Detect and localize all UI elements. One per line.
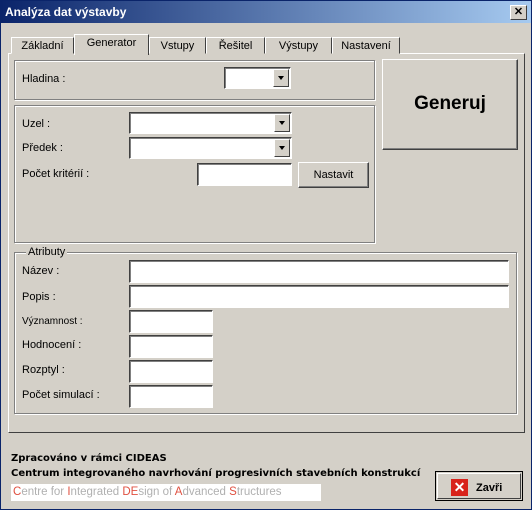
hladina-frame <box>14 60 375 100</box>
pocet-kriterii-label: Počet kritérií : <box>22 168 90 180</box>
tab-nastaveni[interactable]: Nastavení <box>332 37 400 54</box>
window-title: Analýza dat výstavby <box>5 5 127 19</box>
logo-text-part: sign of <box>138 486 175 498</box>
popis-input[interactable] <box>129 285 509 308</box>
predek-label: Předek : <box>22 142 63 154</box>
uzel-label: Uzel : <box>22 118 51 130</box>
pocet-simulaci-input[interactable] <box>129 385 213 408</box>
tab-generator[interactable]: Generator <box>74 34 149 55</box>
pocet-simulaci-label: Počet simulací : <box>22 389 100 401</box>
vyznamnost-label: Významnost : <box>22 316 83 327</box>
rozptyl-input[interactable] <box>129 360 213 383</box>
hodnoceni-input[interactable] <box>129 335 213 358</box>
zavri-label: Zavři <box>476 482 503 494</box>
vyznamnost-input[interactable] <box>129 310 213 333</box>
chevron-down-icon[interactable] <box>273 69 289 87</box>
chevron-down-icon[interactable] <box>274 139 290 157</box>
dialog-window: Analýza dat výstavby ✕ Hladina : Generuj… <box>0 0 532 510</box>
hodnoceni-label: Hodnocení : <box>22 339 82 351</box>
atributy-title: Atributy <box>26 246 68 258</box>
title-bar[interactable]: Analýza dat výstavby ✕ <box>1 1 531 23</box>
tab-vstupy[interactable]: Vstupy <box>149 37 206 54</box>
nazev-label: Název : <box>22 265 60 277</box>
nastavit-button[interactable]: Nastavit <box>298 162 369 188</box>
rozptyl-label: Rozptyl : <box>22 364 65 376</box>
logo-text-part: entre for <box>21 486 68 498</box>
logo-text-part: DE <box>122 486 139 498</box>
close-icon: ✕ <box>451 479 468 496</box>
logo-text-part: dvanced <box>182 486 230 498</box>
predek-combo[interactable] <box>129 137 292 159</box>
hladina-label: Hladina : <box>22 73 66 85</box>
chevron-down-icon[interactable] <box>274 114 290 132</box>
popis-label: Popis : <box>22 291 56 303</box>
uzel-combo[interactable] <box>129 112 292 134</box>
tab-zakladni[interactable]: Základní <box>11 37 74 54</box>
nazev-input[interactable] <box>129 260 509 283</box>
tab-resitel[interactable]: Řešitel <box>206 37 265 54</box>
logo-text-part: S <box>229 486 237 498</box>
zavri-button-bevel: ✕ Zavři <box>437 473 521 499</box>
logo-text-part: tructures <box>236 486 282 498</box>
tab-vystupy[interactable]: Výstupy <box>265 37 332 54</box>
generuj-button[interactable]: Generuj <box>382 59 518 150</box>
logo-text-part: ntegrated <box>70 486 123 498</box>
footer-line-1: Zpracováno v rámci CIDEAS <box>11 453 167 464</box>
footer-line-2: Centrum integrovaného navrhování progres… <box>11 468 421 479</box>
tab-panel-generator: Hladina : Generuj Uzel : Předek : Počet … <box>8 53 525 433</box>
cideas-logo: Centre for Integrated DEsign of Advanced… <box>11 484 321 501</box>
zavri-button[interactable]: ✕ Zavři <box>435 471 523 501</box>
close-button[interactable]: ✕ <box>510 5 527 20</box>
pocet-kriterii-input[interactable] <box>197 163 292 186</box>
hladina-combo[interactable] <box>224 67 291 89</box>
